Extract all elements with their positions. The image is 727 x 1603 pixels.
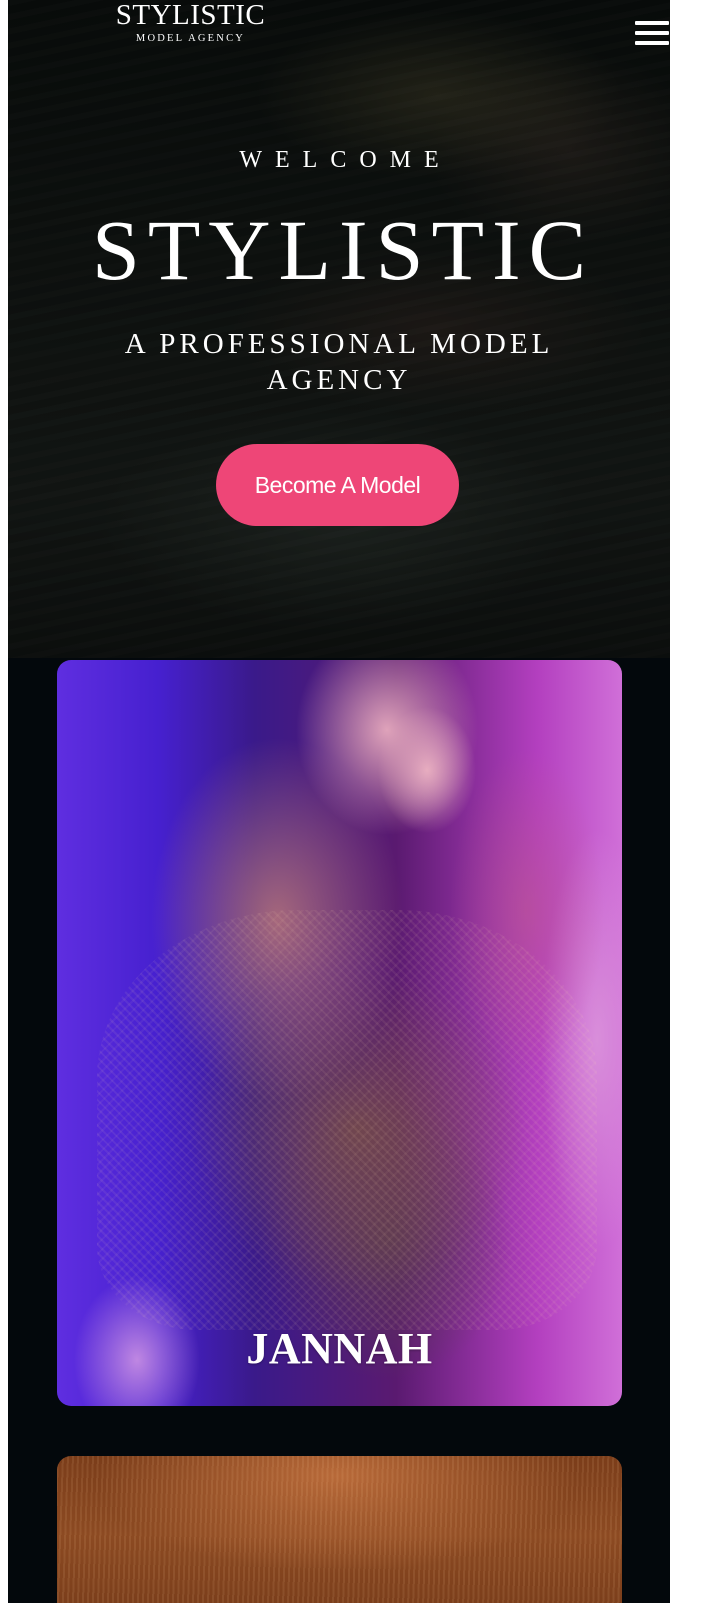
page: STYLISTIC MODEL AGENCY WELCOME STYLISTIC… — [8, 0, 670, 1603]
model-card[interactable]: JANNAH — [57, 660, 622, 1406]
model-photo — [57, 1456, 622, 1603]
hero-eyebrow: WELCOME — [239, 147, 452, 173]
logo-subtitle: MODEL AGENCY — [135, 33, 246, 44]
site-logo[interactable]: STYLISTIC MODEL AGENCY — [108, 0, 273, 44]
model-card[interactable] — [57, 1456, 622, 1603]
menu-bar-top — [635, 21, 669, 25]
hero-subtitle: A PROFESSIONAL MODEL AGENCY — [124, 328, 554, 396]
model-photo — [97, 910, 597, 1330]
hero-title: STYLISTIC — [92, 202, 594, 298]
logo-title: STYLISTIC — [115, 0, 266, 31]
hamburger-menu-icon[interactable] — [635, 19, 669, 47]
hero-section: STYLISTIC MODEL AGENCY WELCOME STYLISTIC… — [8, 0, 670, 658]
become-a-model-button[interactable]: Become A Model — [216, 444, 459, 526]
model-name: JANNAH — [246, 1324, 433, 1373]
menu-bar-bottom — [635, 41, 669, 45]
menu-bar-middle — [635, 31, 669, 35]
